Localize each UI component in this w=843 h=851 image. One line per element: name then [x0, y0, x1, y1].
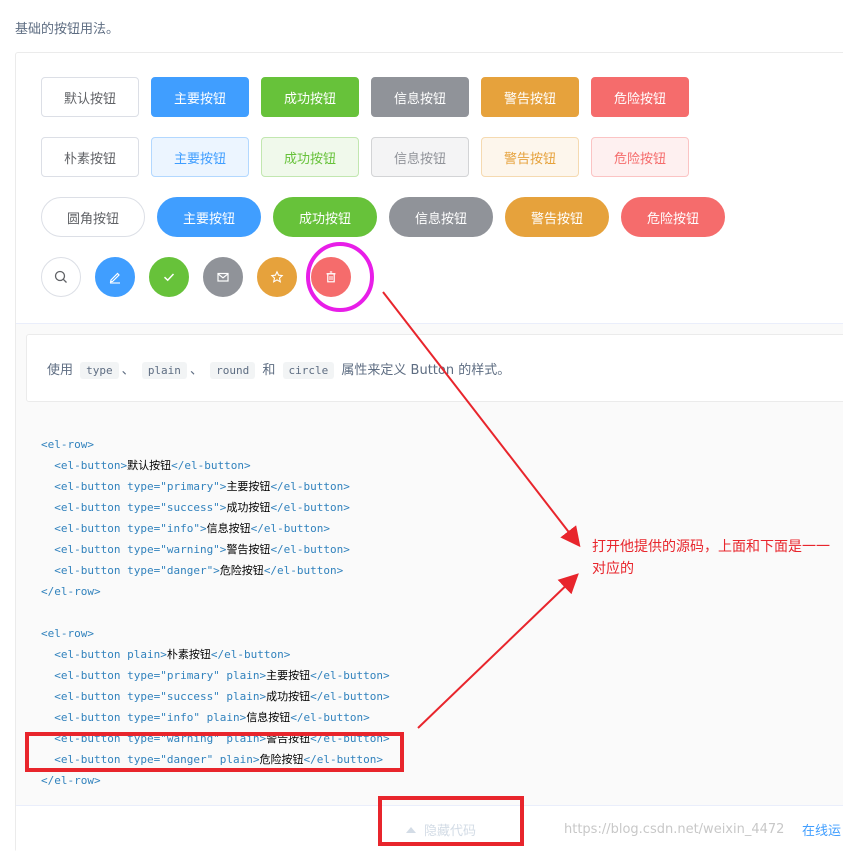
check-icon — [163, 273, 175, 282]
circle-star-button[interactable] — [257, 257, 297, 297]
message-icon — [217, 272, 229, 282]
code-line: <el-button type="success">成功按钮</el-butto… — [41, 501, 350, 514]
star-icon — [270, 270, 284, 283]
demo-source: 默认按钮 主要按钮 成功按钮 信息按钮 警告按钮 危险按钮 朴素按钮 主要按钮 … — [16, 53, 843, 323]
delete-icon — [326, 271, 336, 283]
round-button-row: 圆角按钮 主要按钮 成功按钮 信息按钮 警告按钮 危险按钮 — [41, 197, 725, 237]
code-line: <el-button type="danger" plain>危险按钮</el-… — [41, 753, 384, 766]
description-suffix: 属性来定义 Button 的样式。 — [341, 363, 511, 378]
annotation-text: 打开他提供的源码，上面和下面是一一对应的 — [592, 539, 830, 577]
default-button[interactable]: 默认按钮 — [41, 77, 139, 117]
danger-button[interactable]: 危险按钮 — [591, 77, 689, 117]
online-run-link[interactable]: 在线运 — [802, 820, 841, 839]
description-prefix: 使用 — [47, 363, 74, 378]
plain-warning-button[interactable]: 警告按钮 — [481, 137, 579, 177]
code-line: <el-button type="info" plain>信息按钮</el-bu… — [41, 711, 370, 724]
circle-edit-button[interactable] — [95, 257, 135, 297]
watermark: https://blog.csdn.net/weixin_4472 — [564, 822, 785, 837]
code-line: <el-button>默认按钮</el-button> — [41, 459, 251, 472]
edit-icon — [109, 272, 120, 284]
demo-control[interactable]: 隐藏代码 https://blog.csdn.net/weixin_4472 在… — [16, 805, 843, 851]
caret-up-icon — [406, 826, 416, 833]
separator: 、 — [189, 363, 203, 378]
success-button[interactable]: 成功按钮 — [261, 77, 359, 117]
plain-danger-button[interactable]: 危险按钮 — [591, 137, 689, 177]
code-line: <el-button type="primary" plain>主要按钮</el… — [41, 669, 390, 682]
plain-success-button[interactable]: 成功按钮 — [261, 137, 359, 177]
separator: 、 — [121, 363, 135, 378]
round-success-button[interactable]: 成功按钮 — [273, 197, 377, 237]
code-line: <el-button type="warning" plain>警告按钮</el… — [41, 732, 390, 745]
code-type: type — [80, 362, 119, 379]
search-icon — [54, 270, 67, 283]
circle-message-button[interactable] — [203, 257, 243, 297]
and-text: 和 — [262, 363, 276, 378]
code-line: <el-button type="success" plain>成功按钮</el… — [41, 690, 390, 703]
plain-primary-button[interactable]: 主要按钮 — [151, 137, 249, 177]
plain-default-button[interactable]: 朴素按钮 — [41, 137, 139, 177]
code-line: <el-row> — [41, 627, 94, 640]
circle-delete-button[interactable] — [311, 257, 351, 297]
round-info-button[interactable]: 信息按钮 — [389, 197, 493, 237]
code-line: <el-row> — [41, 438, 94, 451]
code-line: <el-button type="danger">危险按钮</el-button… — [41, 564, 344, 577]
circle-search-button[interactable] — [41, 257, 81, 297]
circle-button-row — [41, 257, 351, 297]
round-warning-button[interactable]: 警告按钮 — [505, 197, 609, 237]
info-button[interactable]: 信息按钮 — [371, 77, 469, 117]
warning-button[interactable]: 警告按钮 — [481, 77, 579, 117]
round-primary-button[interactable]: 主要按钮 — [157, 197, 261, 237]
round-danger-button[interactable]: 危险按钮 — [621, 197, 725, 237]
code-circle: circle — [282, 362, 335, 379]
code-line: <el-button type="warning">警告按钮</el-butto… — [41, 543, 350, 556]
primary-button[interactable]: 主要按钮 — [151, 77, 249, 117]
code-plain: plain — [141, 362, 187, 379]
code-line: <el-button plain>朴素按钮</el-button> — [41, 648, 291, 661]
code-line: </el-row> — [41, 774, 101, 787]
plain-info-button[interactable]: 信息按钮 — [371, 137, 469, 177]
demo-block: 默认按钮 主要按钮 成功按钮 信息按钮 警告按钮 危险按钮 朴素按钮 主要按钮 … — [15, 52, 843, 851]
code-line: <el-button type="info">信息按钮</el-button> — [41, 522, 331, 535]
hide-code-label: 隐藏代码 — [424, 824, 477, 839]
intro-text: 基础的按钮用法。 — [15, 22, 120, 37]
code-line: </el-row> — [41, 585, 101, 598]
code-line: <el-button type="primary">主要按钮</el-butto… — [41, 480, 350, 493]
code-block: <el-row> <el-button>默认按钮</el-button> <el… — [41, 434, 390, 791]
round-default-button[interactable]: 圆角按钮 — [41, 197, 145, 237]
code-round: round — [210, 362, 256, 379]
circle-check-button[interactable] — [149, 257, 189, 297]
hide-code-button[interactable]: 隐藏代码 — [406, 820, 476, 839]
plain-button-row: 朴素按钮 主要按钮 成功按钮 信息按钮 警告按钮 危险按钮 — [41, 137, 689, 177]
description-box: 使用 type、 plain、 round 和 circle 属性来定义 But… — [26, 334, 843, 402]
default-button-row: 默认按钮 主要按钮 成功按钮 信息按钮 警告按钮 危险按钮 — [41, 77, 689, 117]
